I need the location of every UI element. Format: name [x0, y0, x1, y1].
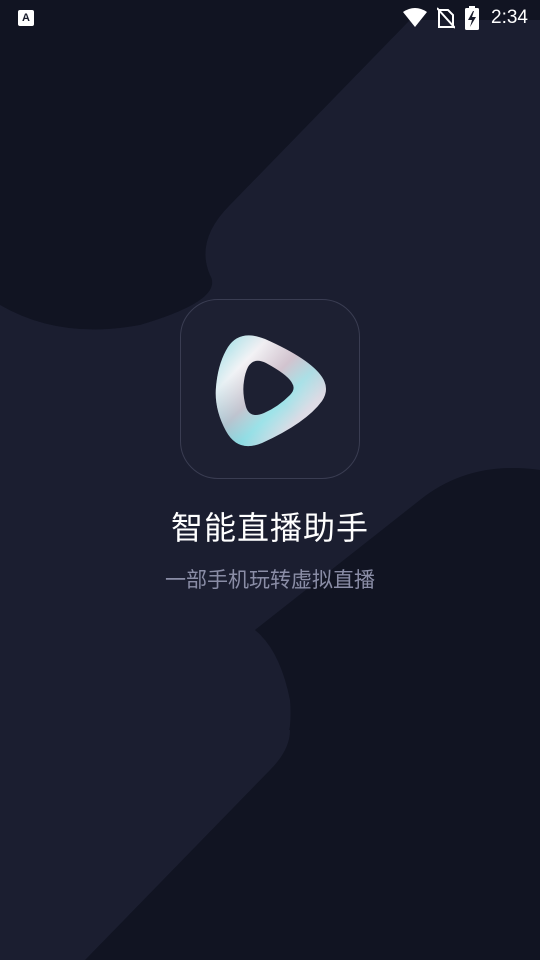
status-bar: A 2:34	[0, 0, 540, 36]
app-icon	[180, 299, 360, 479]
no-sim-icon	[437, 7, 456, 29]
status-time: 2:34	[491, 7, 528, 28]
status-icons: 2:34	[403, 6, 528, 30]
battery-charging-icon	[465, 6, 480, 30]
wifi-icon	[403, 8, 428, 27]
play-logo-icon	[215, 335, 326, 447]
accessibility-a-icon: A	[18, 10, 34, 26]
app-title: 智能直播助手	[170, 509, 369, 547]
splash-screen: A 2:34 智能直播助手 一部手机玩转虚拟直播	[0, 0, 540, 960]
background-decoration	[0, 0, 540, 960]
app-subtitle: 一部手机玩转虚拟直播	[165, 568, 375, 592]
